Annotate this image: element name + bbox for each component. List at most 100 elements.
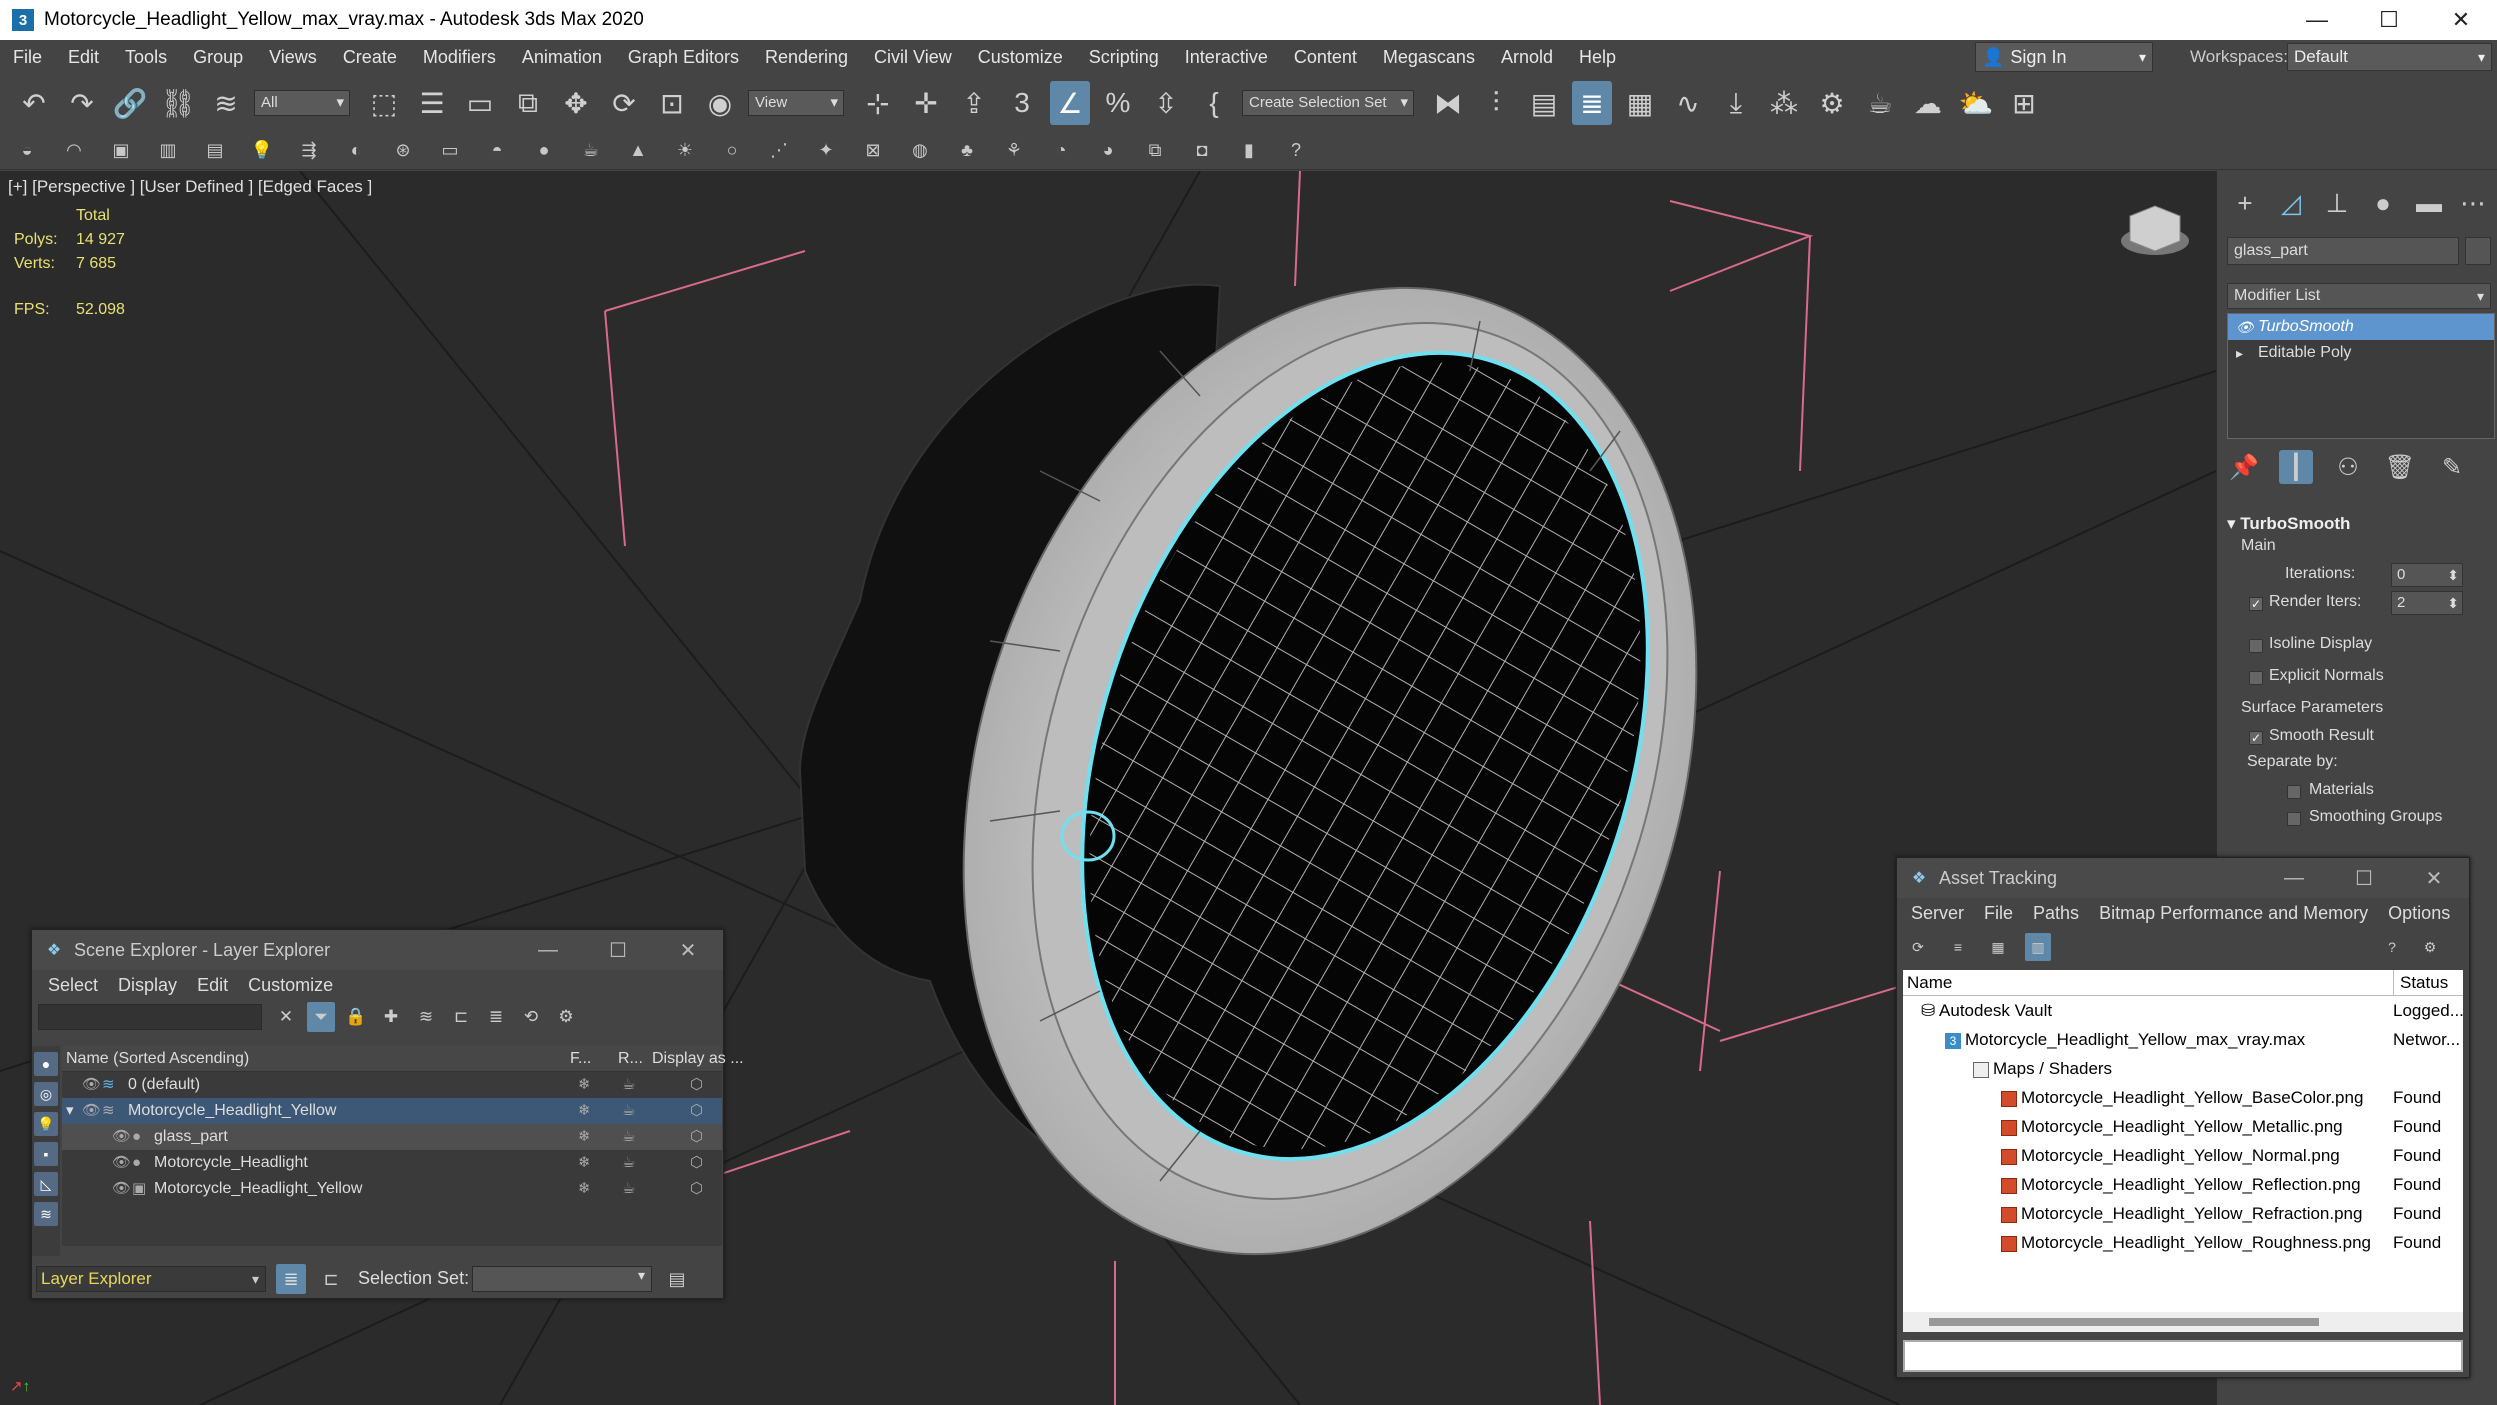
hierarchy-tab-icon[interactable]: ⊥	[2319, 185, 2355, 221]
sphere-icon[interactable]: ●	[531, 136, 557, 166]
rotate-icon[interactable]: ⟳	[604, 81, 644, 125]
lights-filter-icon[interactable]: 💡	[34, 1112, 58, 1136]
freeze-icon[interactable]: ❄	[578, 1124, 591, 1150]
table-row[interactable]: Motorcycle_Headlight_Yellow_Metallic.png…	[1903, 1112, 2463, 1141]
material-editor-icon[interactable]: ⁂	[1764, 81, 1804, 125]
render-teapot-icon[interactable]: ☕	[622, 1176, 635, 1202]
asset-path-field[interactable]	[1903, 1340, 2463, 1372]
layer-icon[interactable]: ▥	[155, 136, 181, 166]
menu-edit[interactable]: Edit	[55, 40, 112, 74]
modify-tab-icon[interactable]: ◿	[2273, 185, 2309, 221]
shape-icon[interactable]: ◐	[343, 136, 369, 166]
render-element-icon[interactable]: ⇶	[296, 136, 322, 166]
named-selection-icon[interactable]: {	[1194, 81, 1234, 125]
render-teapot-icon[interactable]: ☕	[622, 1098, 635, 1124]
filter-icon[interactable]: ⏷	[307, 1002, 335, 1032]
spinner-snap-icon[interactable]: ⇳	[1146, 81, 1186, 125]
column-name[interactable]: Name (Sorted Ascending)	[66, 1046, 249, 1072]
link-icon[interactable]: 🔗	[110, 81, 150, 125]
manage-selection-sets-icon[interactable]: ▤	[662, 1264, 692, 1294]
column-status[interactable]: Status	[2393, 970, 2448, 996]
menu-edit[interactable]: Edit	[187, 975, 238, 996]
teapot-icon[interactable]: ☕	[578, 136, 604, 166]
menu-rendering[interactable]: Rendering	[752, 40, 861, 74]
toggle-scene-explorer-icon[interactable]: ▤	[1524, 81, 1564, 125]
stack-item-turbosmooth[interactable]: 👁 TurboSmooth	[2228, 314, 2494, 340]
scene-icon[interactable]: ◒	[14, 136, 40, 166]
render-teapot-icon[interactable]: ☕	[622, 1150, 635, 1176]
close-button[interactable]: ✕	[653, 930, 723, 970]
shapes-filter-icon[interactable]: ◎	[34, 1082, 58, 1106]
menu-paths[interactable]: Paths	[2023, 903, 2089, 924]
eye-icon[interactable]: 👁	[112, 1124, 131, 1150]
selection-filter-dropdown[interactable]: All	[254, 90, 350, 116]
utilities-tab-icon[interactable]: ⋯	[2455, 185, 2491, 221]
create-layer-icon[interactable]: ✚	[377, 1002, 405, 1032]
plane-icon[interactable]: ▭	[437, 136, 463, 166]
menu-create[interactable]: Create	[330, 40, 410, 74]
angle-snap-icon[interactable]: ∠	[1050, 81, 1090, 125]
helper-icon[interactable]: ✦	[813, 136, 839, 166]
unlink-icon[interactable]: ⛓	[158, 81, 198, 125]
select-object-icon[interactable]: ⬚	[364, 81, 404, 125]
freeze-icon[interactable]: ❄	[578, 1072, 591, 1098]
freeze-icon[interactable]: ❄	[578, 1098, 591, 1124]
object-color-swatch[interactable]	[2465, 237, 2491, 265]
render-teapot-icon[interactable]: ☕	[622, 1072, 635, 1098]
table-row[interactable]: ▾ 👁 ≋ Motorcycle_Headlight_Yellow ❄ ☕ ⬡	[62, 1098, 722, 1124]
move-icon[interactable]: ✥	[556, 81, 596, 125]
copy-icon[interactable]: ⧉	[1142, 136, 1168, 166]
space-warps-filter-icon[interactable]: ≋	[34, 1202, 58, 1226]
stack-item-editable-poly[interactable]: ▸ Editable Poly	[2228, 340, 2494, 366]
explorer-type-dropdown[interactable]: Layer Explorer ▾	[36, 1266, 266, 1292]
configure-modifier-sets-icon[interactable]: ✎	[2435, 450, 2469, 484]
render-teapot-icon[interactable]: ☕	[622, 1124, 635, 1150]
freeze-icon[interactable]: ❄	[578, 1150, 591, 1176]
create-selection-set-dropdown[interactable]: Create Selection Set	[1242, 90, 1414, 116]
selection-set-dropdown[interactable]: ▾	[472, 1266, 652, 1292]
sort-by-layer-icon[interactable]: ≣	[276, 1264, 306, 1294]
refresh-icon[interactable]: ⟳	[1905, 933, 1931, 961]
toggle-layer-explorer-icon[interactable]: ≣	[1572, 81, 1612, 125]
iterations-spinner[interactable]: 0	[2391, 563, 2463, 587]
eye-icon[interactable]: 👁	[112, 1176, 131, 1202]
maximize-button[interactable]: ☐	[2353, 0, 2425, 40]
box-icon[interactable]: ▣	[108, 136, 134, 166]
rollout-header[interactable]: ▾ TurboSmooth	[2227, 511, 2495, 537]
menu-file[interactable]: File	[1974, 903, 2023, 924]
reference-coordinate-dropdown[interactable]: View	[748, 90, 844, 116]
menu-bitmap-performance[interactable]: Bitmap Performance and Memory	[2089, 903, 2378, 924]
materials-checkbox[interactable]	[2287, 785, 2301, 799]
create-tab-plus-icon[interactable]: +	[2227, 185, 2263, 221]
frame-buffer-icon[interactable]: ▮	[1236, 136, 1262, 166]
column-name[interactable]: Name	[1907, 970, 1952, 996]
cone-icon[interactable]: ▲	[625, 136, 651, 166]
smoothing-groups-checkbox[interactable]	[2287, 812, 2301, 826]
table-row[interactable]: Motorcycle_Headlight_Yellow_BaseColor.pn…	[1903, 1083, 2463, 1112]
menu-animation[interactable]: Animation	[509, 40, 615, 74]
table-view-icon[interactable]: ▥	[2025, 933, 2051, 961]
thumbnail-view-icon[interactable]: ▦	[1985, 933, 2011, 961]
clear-search-icon[interactable]: ✕	[272, 1002, 300, 1032]
menu-megascans[interactable]: Megascans	[1370, 40, 1488, 74]
schematic-view-icon[interactable]: ⤓	[1716, 81, 1756, 125]
settings-icon[interactable]: ⚙	[552, 1002, 580, 1032]
render-iterative-icon[interactable]: ⊞	[2004, 81, 2044, 125]
display-box-icon[interactable]: ⬡	[690, 1150, 703, 1176]
display-box-icon[interactable]: ⬡	[690, 1098, 703, 1124]
menu-server[interactable]: Server	[1901, 903, 1974, 924]
help-icon[interactable]: ?	[2379, 933, 2405, 961]
cameras-filter-icon[interactable]: ▪	[34, 1142, 58, 1166]
explicit-normals-checkbox[interactable]	[2249, 671, 2263, 685]
table-row[interactable]: Maps / Shaders	[1903, 1054, 2463, 1083]
window-crossing-icon[interactable]: ⧉	[508, 81, 548, 125]
menu-options[interactable]: Options	[2378, 903, 2460, 924]
modifier-list-dropdown[interactable]: Modifier List ▾	[2227, 283, 2491, 309]
remove-modifier-icon[interactable]: 🗑	[2383, 450, 2417, 484]
eye-icon[interactable]: 👁	[112, 1150, 131, 1176]
table-row[interactable]: 3 Motorcycle_Headlight_Yellow_max_vray.ma…	[1903, 1025, 2463, 1054]
grid-icon[interactable]: ⋰	[766, 136, 792, 166]
plant-icon[interactable]: ♣	[954, 136, 980, 166]
menu-customize[interactable]: Customize	[965, 40, 1076, 74]
maximize-button[interactable]: ☐	[583, 930, 653, 970]
